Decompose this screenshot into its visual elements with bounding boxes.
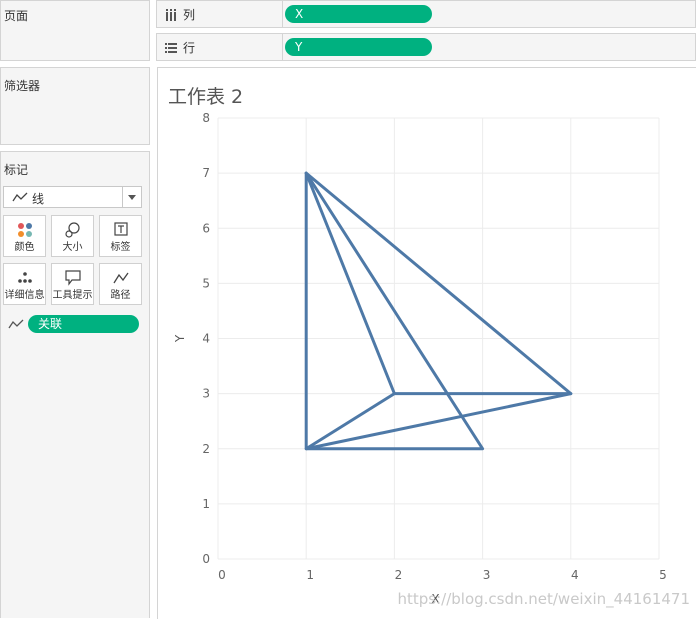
rows-shelf-label: 行: [165, 39, 195, 56]
line-mark-icon: [12, 192, 28, 202]
rows-label-text: 行: [183, 41, 196, 55]
columns-label-text: 列: [183, 8, 196, 22]
size-button-label: 大小: [62, 242, 83, 253]
chevron-down-icon[interactable]: [122, 187, 141, 207]
worksheet-canvas[interactable]: [157, 67, 696, 619]
label-icon: [113, 222, 128, 236]
detail-button-label: 详细信息: [4, 290, 45, 301]
columns-shelf[interactable]: 列 X: [156, 0, 696, 28]
path-icon: [112, 272, 129, 284]
size-icon: [64, 222, 80, 238]
label-button-label: 标签: [110, 242, 131, 253]
rows-shelf-divider: [282, 34, 283, 60]
path-field-icon: [8, 319, 24, 329]
path-button-label: 路径: [110, 290, 131, 301]
color-button-label: 颜色: [14, 242, 35, 253]
color-button[interactable]: 颜色: [3, 215, 46, 257]
color-dots-icon: [17, 223, 32, 237]
label-button[interactable]: 标签: [99, 215, 142, 257]
path-field-pill[interactable]: 关联: [28, 315, 139, 333]
detail-button[interactable]: 详细信息: [3, 263, 46, 305]
mark-type-dropdown[interactable]: 线: [3, 186, 142, 208]
path-button[interactable]: 路径: [99, 263, 142, 305]
pages-pane: 页面: [0, 0, 150, 61]
worksheet-title: 工作表 2: [168, 86, 244, 108]
mark-type-label: 线: [32, 192, 45, 206]
columns-pill-x[interactable]: X: [285, 5, 432, 23]
pages-title: 页面: [4, 9, 29, 23]
filters-title: 筛选器: [4, 79, 41, 93]
rows-shelf[interactable]: 行 Y: [156, 33, 696, 61]
columns-icon: [166, 8, 176, 21]
tooltip-button-label: 工具提示: [52, 290, 93, 301]
watermark: https://blog.csdn.net/weixin_44161471: [397, 590, 690, 608]
columns-shelf-label: 列: [165, 6, 195, 23]
detail-icon: [17, 272, 32, 283]
filters-pane[interactable]: 筛选器: [0, 67, 150, 145]
size-button[interactable]: 大小: [51, 215, 94, 257]
tooltip-icon: [64, 270, 81, 286]
rows-icon: [165, 42, 177, 53]
tooltip-button[interactable]: 工具提示: [51, 263, 94, 305]
rows-pill-y[interactable]: Y: [285, 38, 432, 56]
marks-title: 标记: [4, 163, 29, 177]
columns-shelf-divider: [282, 1, 283, 27]
